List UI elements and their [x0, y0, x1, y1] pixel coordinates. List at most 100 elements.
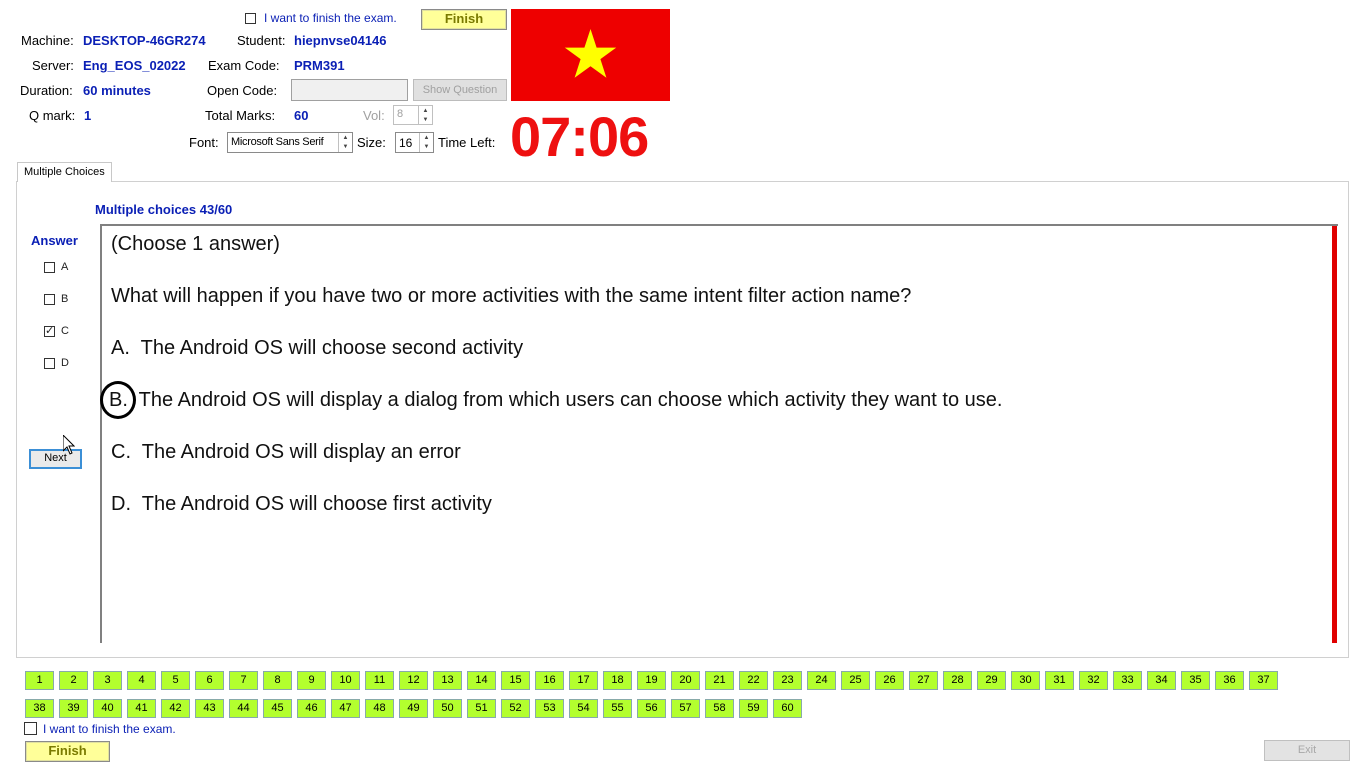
question-number-button[interactable]: 50	[433, 699, 462, 718]
finish-button-top[interactable]: Finish	[421, 9, 507, 30]
up-arrow-icon[interactable]: ▲	[343, 135, 349, 141]
exam-code-label: Exam Code:	[208, 58, 280, 73]
question-number-button[interactable]: 9	[297, 671, 326, 690]
finish-checkbox-bottom-label[interactable]: I want to finish the exam.	[43, 722, 176, 736]
question-number-button[interactable]: 2	[59, 671, 88, 690]
question-number-button[interactable]: 4	[127, 671, 156, 690]
down-arrow-icon[interactable]: ▼	[423, 117, 429, 123]
answer-option-a[interactable]: A	[44, 261, 68, 273]
open-code-input[interactable]	[291, 79, 408, 101]
question-number-button[interactable]: 49	[399, 699, 428, 718]
question-number-button[interactable]: 48	[365, 699, 394, 718]
vol-stepper[interactable]: 8 ▲ ▼	[393, 105, 433, 125]
question-number-button[interactable]: 31	[1045, 671, 1074, 690]
question-number-button[interactable]: 34	[1147, 671, 1176, 690]
question-number-button[interactable]: 58	[705, 699, 734, 718]
question-number-button[interactable]: 53	[535, 699, 564, 718]
question-number-button[interactable]: 22	[739, 671, 768, 690]
question-number-button[interactable]: 33	[1113, 671, 1142, 690]
question-number-button[interactable]: 12	[399, 671, 428, 690]
question-number-button[interactable]: 11	[365, 671, 394, 690]
finish-button-bottom[interactable]: Finish	[25, 741, 110, 762]
question-number-button[interactable]: 44	[229, 699, 258, 718]
question-number-button[interactable]: 29	[977, 671, 1006, 690]
question-number-button[interactable]: 14	[467, 671, 496, 690]
question-number-button[interactable]: 42	[161, 699, 190, 718]
question-number-button[interactable]: 3	[93, 671, 122, 690]
question-number-button[interactable]: 10	[331, 671, 360, 690]
question-number-button[interactable]: 51	[467, 699, 496, 718]
exit-button[interactable]: Exit	[1264, 740, 1350, 761]
question-number-button[interactable]: 54	[569, 699, 598, 718]
show-question-button[interactable]: Show Question	[413, 79, 507, 101]
question-number-button[interactable]: 15	[501, 671, 530, 690]
question-number-button[interactable]: 60	[773, 699, 802, 718]
question-number-button[interactable]: 28	[943, 671, 972, 690]
question-number-button[interactable]: 36	[1215, 671, 1244, 690]
answer-option-d[interactable]: D	[44, 357, 69, 369]
question-number-button[interactable]: 23	[773, 671, 802, 690]
answer-label-a[interactable]: A	[61, 261, 68, 273]
question-number-button[interactable]: 47	[331, 699, 360, 718]
answer-checkbox-d[interactable]	[44, 357, 55, 369]
question-number-button[interactable]: 38	[25, 699, 54, 718]
tab-multiple-choices[interactable]: Multiple Choices	[17, 162, 112, 182]
size-stepper[interactable]: 16 ▲ ▼	[395, 132, 434, 153]
question-number-button[interactable]: 26	[875, 671, 904, 690]
answer-checkbox-b[interactable]	[44, 293, 55, 305]
answer-label-b[interactable]: B	[61, 293, 68, 305]
question-number-button[interactable]: 5	[161, 671, 190, 690]
down-arrow-icon[interactable]: ▼	[343, 144, 349, 150]
question-number-button[interactable]: 24	[807, 671, 836, 690]
vol-spin-arrows[interactable]: ▲ ▼	[418, 106, 432, 124]
question-number-button[interactable]: 6	[195, 671, 224, 690]
question-number-button[interactable]: 40	[93, 699, 122, 718]
question-number-button[interactable]: 57	[671, 699, 700, 718]
choice-b-text: The Android OS will display a dialog fro…	[138, 389, 1003, 411]
font-spin-arrows[interactable]: ▲ ▼	[338, 133, 352, 152]
font-select[interactable]: Microsoft Sans Serif ▲ ▼	[227, 132, 353, 153]
answer-checkbox-c[interactable]	[44, 325, 55, 337]
question-number-button[interactable]: 25	[841, 671, 870, 690]
question-number-button[interactable]: 21	[705, 671, 734, 690]
qmark-value: 1	[84, 108, 92, 123]
up-arrow-icon[interactable]: ▲	[424, 135, 430, 141]
question-number-button[interactable]: 37	[1249, 671, 1278, 690]
duration-label: Duration:	[20, 83, 73, 98]
question-number-button[interactable]: 39	[59, 699, 88, 718]
question-number-button[interactable]: 18	[603, 671, 632, 690]
question-number-button[interactable]: 52	[501, 699, 530, 718]
question-number-button[interactable]: 45	[263, 699, 292, 718]
question-number-button[interactable]: 30	[1011, 671, 1040, 690]
choice-d: D. The Android OS will choose first acti…	[111, 493, 492, 516]
size-spin-arrows[interactable]: ▲ ▼	[419, 133, 433, 152]
finish-checkbox-bottom[interactable]	[24, 722, 37, 735]
finish-checkbox-top[interactable]	[245, 13, 256, 24]
question-number-button[interactable]: 1	[25, 671, 54, 690]
question-number-button[interactable]: 19	[637, 671, 666, 690]
question-number-button[interactable]: 32	[1079, 671, 1108, 690]
question-number-button[interactable]: 16	[535, 671, 564, 690]
answer-label-d[interactable]: D	[61, 357, 69, 369]
question-number-button[interactable]: 35	[1181, 671, 1210, 690]
question-number-button[interactable]: 41	[127, 699, 156, 718]
answer-checkbox-a[interactable]	[44, 261, 55, 273]
question-number-button[interactable]: 43	[195, 699, 224, 718]
question-number-button[interactable]: 56	[637, 699, 666, 718]
down-arrow-icon[interactable]: ▼	[424, 144, 430, 150]
question-number-button[interactable]: 13	[433, 671, 462, 690]
answer-label-c[interactable]: C	[61, 325, 69, 337]
question-number-button[interactable]: 7	[229, 671, 258, 690]
answer-option-c[interactable]: C	[44, 325, 69, 337]
up-arrow-icon[interactable]: ▲	[423, 108, 429, 114]
question-number-button[interactable]: 46	[297, 699, 326, 718]
question-number-button[interactable]: 8	[263, 671, 292, 690]
answer-option-b[interactable]: B	[44, 293, 68, 305]
question-number-button[interactable]: 55	[603, 699, 632, 718]
question-number-button[interactable]: 59	[739, 699, 768, 718]
choice-d-text: The Android OS will choose first activit…	[141, 493, 492, 515]
question-number-button[interactable]: 20	[671, 671, 700, 690]
finish-checkbox-top-label[interactable]: I want to finish the exam.	[264, 11, 397, 25]
question-number-button[interactable]: 27	[909, 671, 938, 690]
question-number-button[interactable]: 17	[569, 671, 598, 690]
